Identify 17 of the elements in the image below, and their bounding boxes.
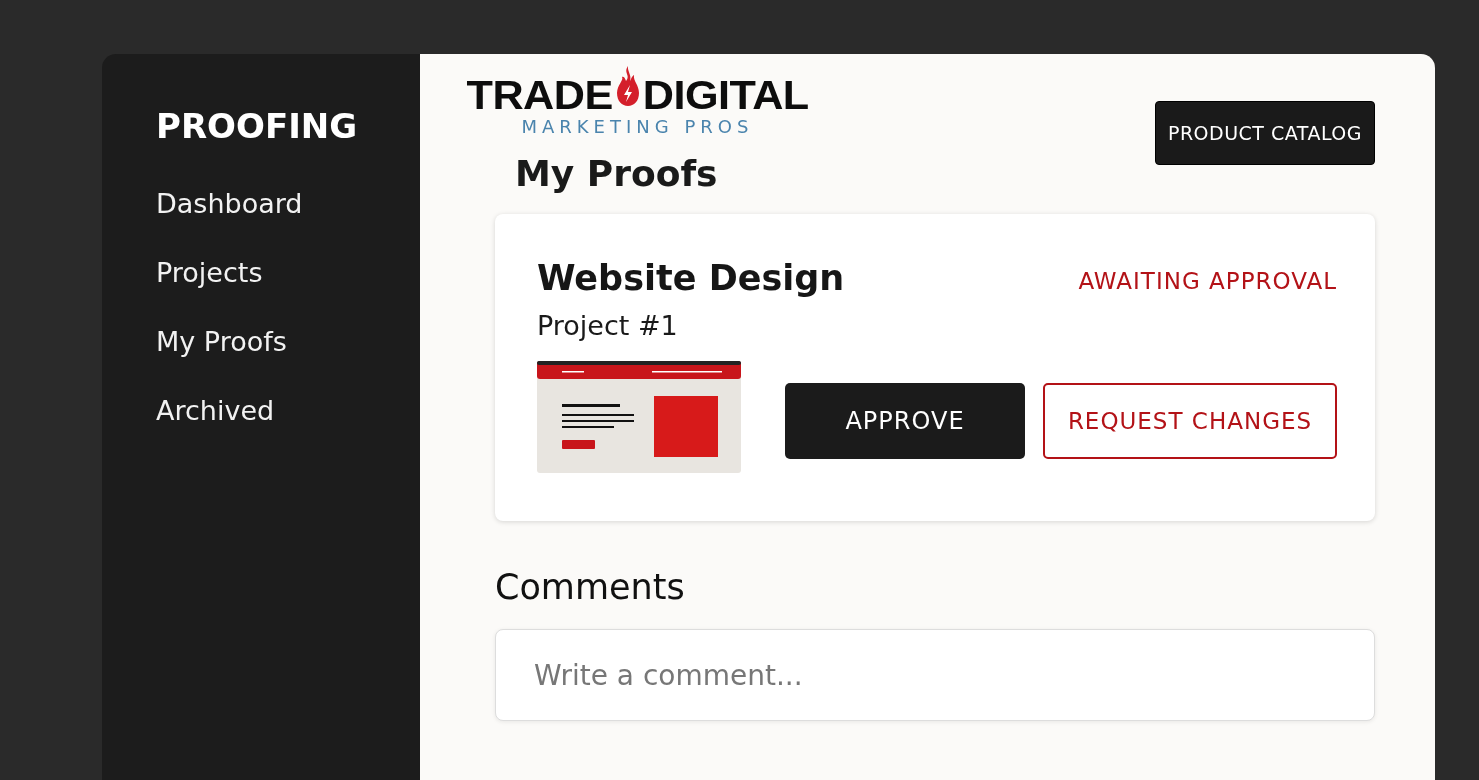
logo-text: DIGITAL	[643, 76, 809, 114]
comments-heading: Comments	[495, 567, 686, 607]
request-changes-button[interactable]: REQUEST CHANGES	[1043, 383, 1337, 459]
nav-link[interactable]: Dashboard	[156, 186, 420, 222]
nav-link[interactable]: Archived	[156, 393, 420, 429]
product-catalog-button[interactable]: PRODUCT CATALOG	[1154, 101, 1375, 165]
proof-title: Website Design	[537, 258, 845, 298]
nav-link[interactable]: My Proofs	[156, 324, 420, 360]
logo-tagline: MARKETING PROS	[521, 116, 754, 137]
logo-text: TRADE	[466, 76, 613, 114]
page-title: My Proofs	[515, 153, 719, 194]
nav-link[interactable]: Projects	[156, 255, 420, 291]
sidebar-title: PROOFING	[156, 106, 359, 146]
approve-button[interactable]: APPROVE	[785, 383, 1025, 459]
comment-input[interactable]: Write a comment...	[495, 629, 1375, 721]
project-label: Project #1	[537, 310, 679, 341]
status-label: AWAITING APPROVAL	[1078, 267, 1337, 296]
